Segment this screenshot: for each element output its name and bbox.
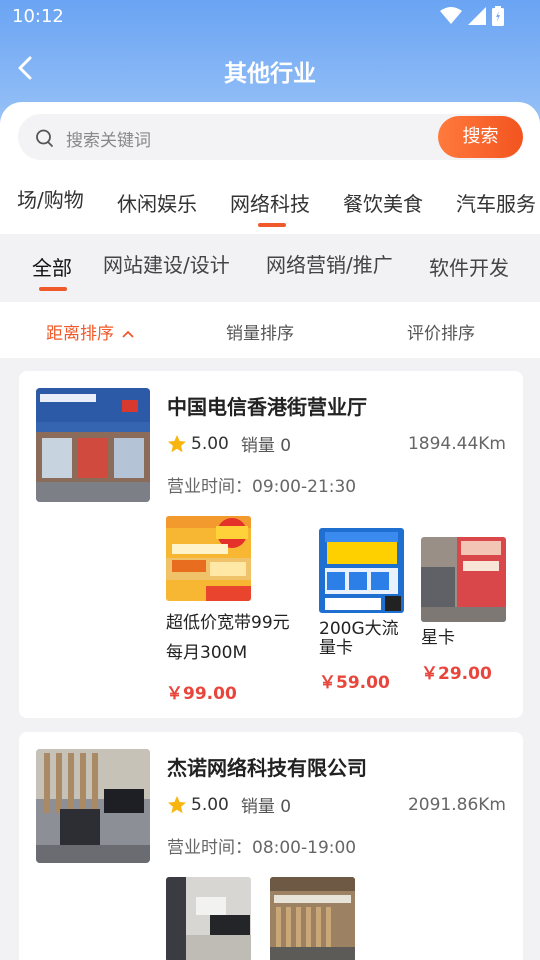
title-bar: 其他行业 bbox=[0, 44, 540, 92]
product-image bbox=[166, 877, 251, 960]
product-item[interactable] bbox=[166, 877, 251, 960]
hours-value: 08:00-19:00 bbox=[252, 838, 357, 858]
tab-food[interactable]: 餐饮美食 bbox=[343, 188, 423, 217]
store-rating: 5.00 销量 0 bbox=[167, 792, 291, 817]
hours-label: 营业时间： bbox=[167, 838, 252, 858]
product-name: 星卡 bbox=[421, 628, 455, 648]
product-image bbox=[421, 537, 506, 622]
star-icon bbox=[168, 434, 186, 452]
subtab-marketing[interactable]: 网络营销/推广 bbox=[266, 249, 393, 278]
search-input[interactable]: 搜索关键词 bbox=[66, 126, 151, 151]
store-distance: 2091.86Km bbox=[407, 795, 506, 815]
tab-leisure[interactable]: 休闲娱乐 bbox=[117, 188, 197, 217]
product-item[interactable]: 200G大流量卡 ￥59.00 bbox=[319, 528, 409, 698]
product-price: ￥59.00 bbox=[319, 673, 390, 693]
product-item[interactable]: 超低价宽带99元每月300M ￥99.00 bbox=[166, 516, 306, 706]
sort-rating[interactable]: 评价排序 bbox=[407, 319, 475, 344]
search-bar[interactable]: 搜索关键词 搜索 bbox=[18, 114, 523, 160]
store-name: 中国电信香港街营业厅 bbox=[167, 395, 367, 419]
sales-count: 销量 0 bbox=[240, 436, 292, 456]
subcategory-tabs: 全部 网站建设/设计 网络营销/推广 软件开发 bbox=[0, 234, 540, 302]
battery-icon bbox=[492, 6, 504, 26]
product-price: ￥29.00 bbox=[421, 664, 492, 684]
search-button[interactable]: 搜索 bbox=[438, 116, 523, 158]
rating-value: 5.00 bbox=[191, 794, 229, 815]
subtab-software[interactable]: 软件开发 bbox=[429, 252, 509, 281]
status-bar: 10:12 bbox=[0, 0, 540, 34]
rating-value: 5.00 bbox=[191, 433, 229, 454]
hours-label: 营业时间： bbox=[167, 477, 252, 497]
hours-value: 09:00-21:30 bbox=[252, 477, 357, 497]
product-price: ￥99.00 bbox=[166, 684, 237, 704]
product-image bbox=[166, 516, 251, 601]
store-card[interactable]: 杰诺网络科技有限公司 5.00 销量 0 2091.86Km 营业时间：08:0… bbox=[19, 732, 523, 960]
subtab-all[interactable]: 全部 bbox=[32, 252, 72, 281]
sort-distance[interactable]: 距离排序 bbox=[46, 319, 135, 344]
sort-bar: 距离排序 销量排序 评价排序 bbox=[0, 302, 540, 358]
sort-sales[interactable]: 销量排序 bbox=[226, 319, 294, 344]
status-icons bbox=[440, 6, 504, 26]
tab-network-tech[interactable]: 网络科技 bbox=[230, 188, 310, 217]
status-time: 10:12 bbox=[12, 6, 64, 27]
store-image bbox=[36, 388, 150, 502]
signal-icon bbox=[468, 7, 486, 25]
category-indicator bbox=[258, 223, 286, 227]
store-rating: 5.00 销量 0 bbox=[167, 431, 291, 456]
wifi-icon bbox=[440, 7, 462, 24]
page-title: 其他行业 bbox=[224, 61, 316, 87]
subtab-website[interactable]: 网站建设/设计 bbox=[103, 249, 230, 278]
sort-distance-label: 距离排序 bbox=[46, 324, 114, 344]
store-hours: 营业时间：09:00-21:30 bbox=[167, 472, 356, 497]
product-image bbox=[270, 877, 355, 960]
product-item[interactable] bbox=[270, 877, 355, 960]
store-image bbox=[36, 749, 150, 863]
product-name: 超低价宽带99元每月300M bbox=[166, 613, 290, 663]
star-icon bbox=[168, 795, 186, 813]
store-distance: 1894.44Km bbox=[407, 434, 506, 454]
sales-count: 销量 0 bbox=[240, 797, 292, 817]
product-image bbox=[319, 528, 404, 613]
store-hours: 营业时间：08:00-19:00 bbox=[167, 833, 356, 858]
store-name: 杰诺网络科技有限公司 bbox=[167, 756, 367, 780]
tab-shopping[interactable]: 场/购物 bbox=[17, 184, 84, 213]
product-item[interactable]: 星卡 ￥29.00 bbox=[421, 537, 511, 687]
chevron-up-icon bbox=[122, 330, 135, 338]
tab-auto[interactable]: 汽车服务 bbox=[456, 188, 536, 217]
store-card[interactable]: 中国电信香港街营业厅 5.00 销量 0 1894.44Km 营业时间：09:0… bbox=[19, 371, 523, 718]
top-panel: 搜索关键词 搜索 场/购物 休闲娱乐 网络科技 餐饮美食 汽车服务 bbox=[0, 102, 540, 234]
search-icon bbox=[36, 129, 53, 147]
subcategory-indicator bbox=[39, 287, 67, 291]
product-name: 200G大流量卡 bbox=[319, 619, 399, 658]
